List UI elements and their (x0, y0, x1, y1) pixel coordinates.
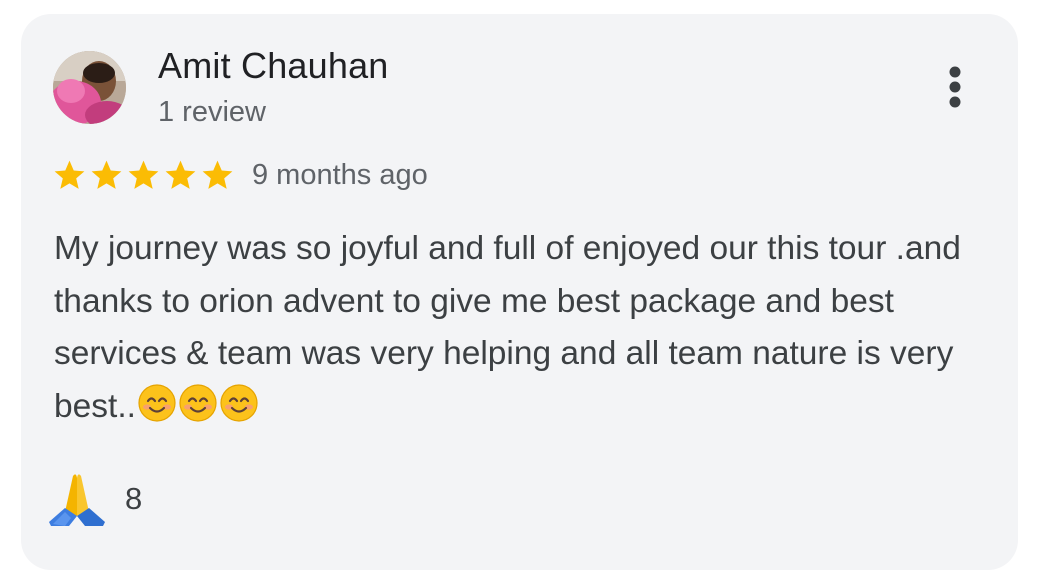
smiling-face-icon (138, 383, 176, 422)
star-icon (165, 160, 196, 189)
review-card: Amit Chauhan 1 review 9 months ago My jo… (21, 14, 1018, 570)
review-text: My journey was so joyful and full of enj… (54, 223, 999, 433)
star-icon (202, 160, 233, 189)
star-icon (91, 160, 122, 189)
reaction-count: 8 (125, 481, 143, 516)
reviewer-name[interactable]: Amit Chauhan (158, 45, 389, 87)
smiling-face-icon (220, 383, 258, 422)
more-options-button[interactable] (933, 62, 977, 112)
avatar-image (53, 51, 126, 124)
more-vertical-icon (949, 66, 961, 108)
reaction-button[interactable]: 8 (47, 472, 142, 526)
folded-hands-icon (49, 474, 105, 526)
review-time: 9 months ago (252, 159, 428, 191)
smiling-face-icon (179, 383, 217, 422)
star-rating (52, 158, 235, 193)
star-icon (128, 160, 159, 189)
emoji-group (137, 383, 259, 423)
star-icon (54, 160, 85, 189)
reviewer-review-count: 1 review (158, 96, 266, 128)
avatar[interactable] (53, 51, 126, 124)
